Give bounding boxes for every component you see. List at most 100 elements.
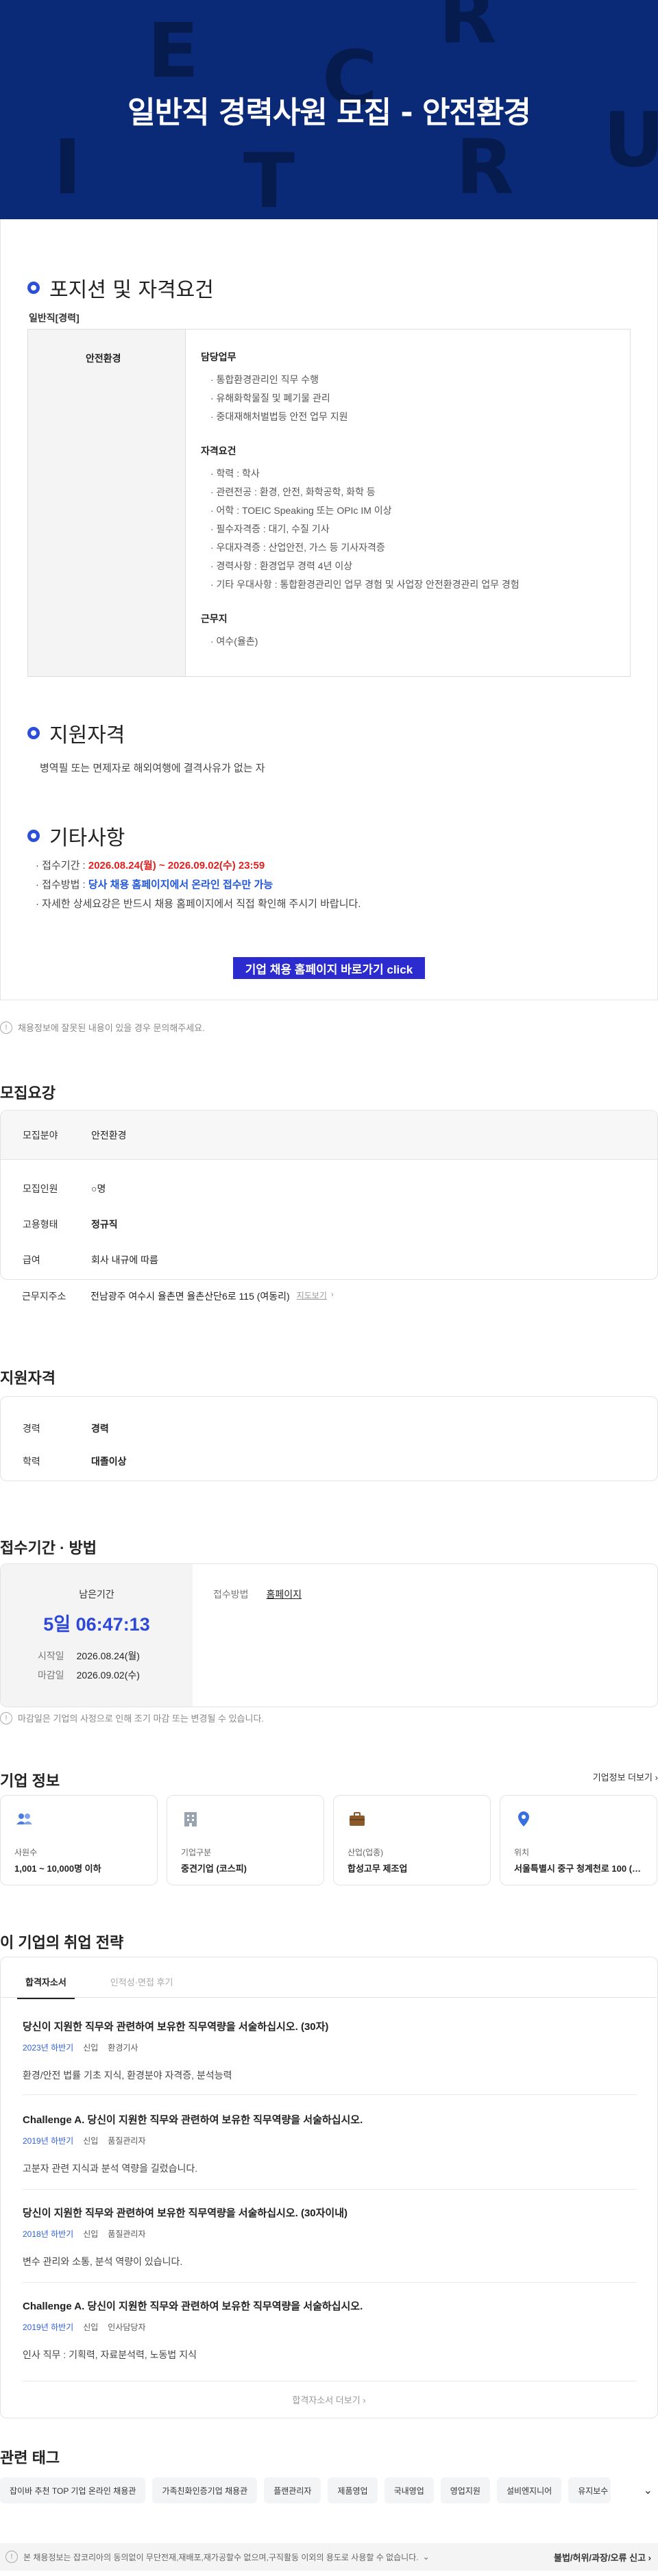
category-label: 일반직[경력] [29,312,80,323]
hero-bg-letter: E [147,7,199,95]
hero-title: 일반직 경력사원 모집 - 안전환경 [127,95,531,130]
qualify-edu-row: 학력 대졸이상 [23,1456,127,1467]
company-employees-card: 사원수 1,001 ~ 10,000명 이하 [0,1795,158,1885]
qualify-card: 경력 경력 학력 대졸이상 [0,1396,658,1481]
summary-type-row: 고용형태 정규직 [23,1219,118,1230]
hero-bg-letter: T [243,137,295,219]
chevron-right-icon: › [330,1289,334,1299]
strategy-card: 합격자소서 인적성·면접 후기 당신이 지원한 직무와 관련하여 보유한 직무역… [0,1957,658,2418]
map-link[interactable]: 지도보기 [297,1289,327,1303]
tags-title: 관련 태그 [0,2449,60,2466]
qualify-title: 지원자격 [0,1370,56,1387]
duties-heading: 담당업무 [201,351,236,362]
building-icon [184,1812,197,1826]
position-name-cell: 안전환경 [28,330,186,676]
report-notice: ! 채용정보에 잘못된 내용이 있을 경우 문의해주세요. [0,1021,205,1034]
eligibility-text: 병역필 또는 면제자로 해외여행에 결격사유가 없는 자 [40,763,265,774]
summary-address-row: 근무지주소 전남광주 여수시 율촌면 율촌산단6로 115 (여동리) 지도보기 › [22,1289,334,1303]
bullet-circle-icon [27,282,40,294]
qa-item[interactable]: 당신이 지원한 직무와 관련하여 보유한 직무역량을 서술하십시오. (30자)… [23,2019,639,2082]
footer-bar: ! 본 채용정보는 잡코리아의 동의없이 무단전재,재배포,재가공할수 없으며,… [0,2543,658,2571]
qualification-item: · 우대자격증 : 산업안전, 가스 등 기사자격증 [210,542,385,553]
hero-bg-letter: R [456,123,514,211]
people-icon [16,1813,32,1824]
end-row: 마감일 2026.09.02(수) [38,1670,140,1681]
remain-label: 남은기간 [79,1589,114,1600]
position-detail-cell: 담당업무 · 통합환경관리인 직무 수행 · 유해화학물질 및 폐기물 관리 ·… [201,350,616,669]
start-row: 시작일 2026.08.24(월) [38,1650,140,1661]
report-link[interactable]: 불법/허위/과장/오류 신고 › [554,2551,651,2564]
bullet-circle-icon [27,830,40,842]
duty-item: · 통합환경관리인 직무 수행 [210,374,319,385]
section-eligibility-title: 지원자격 [27,718,125,748]
chevron-down-icon[interactable]: ⌄ [423,2552,430,2562]
company-location-card: 위치 서울특별시 중구 청계천로 100 (… [500,1795,657,1885]
qa-item[interactable]: 당신이 지원한 직무와 관련하여 보유한 직무역량을 서술하십시오. (30자이… [23,2205,639,2268]
qualification-item: · 어학 : TOEIC Speaking 또는 OPIc IM 이상 [210,505,392,516]
strategy-more-link[interactable]: 합격자소서 더보기 › [1,2393,657,2406]
info-icon: ! [0,1711,12,1724]
summary-salary-row: 급여 회사 내규에 따름 [23,1254,158,1265]
section-etc-title: 기타사항 [27,821,125,851]
etc-detail: · 자세한 상세요강은 반드시 채용 홈페이지에서 직접 확인해 주시기 바랍니… [36,898,361,910]
briefcase-icon [350,1812,365,1826]
tag-list: 잡이바 추천 TOP 기업 온라인 채용관 가족친화인증기업 채용관 플랜관리자… [0,2477,611,2503]
tag-item[interactable]: 플랜관리자 [264,2477,321,2503]
duty-item: · 유해화학물질 및 폐기물 관리 [210,393,330,404]
hero-bg-letter: R [439,0,497,60]
qualify-career-row: 경력 경력 [23,1423,109,1434]
qualification-item: · 경력사항 : 환경업무 경력 4년 이상 [210,560,353,571]
qualification-item: · 학력 : 학사 [210,468,260,479]
deadline-notice: ! 마감일은 기업의 사정으로 인해 조기 마감 또는 변경될 수 있습니다. [0,1711,264,1724]
position-table: 안전환경 담당업무 · 통합환경관리인 직무 수행 · 유해화학물질 및 폐기물… [27,329,631,677]
apply-method-row: 접수방법 홈페이지 [213,1587,302,1601]
summary-title: 모집요강 [0,1085,56,1102]
company-title: 기업 정보 [0,1772,60,1789]
remain-box: 남은기간 5일 06:47:13 시작일 2026.08.24(월) 마감일 202… [1,1564,193,1707]
etc-period: · 접수기간 : 2026.08.24(월) ~ 2026.09.02(수) 2… [36,860,265,871]
tag-item[interactable]: 잡이바 추천 TOP 기업 온라인 채용관 [0,2477,146,2503]
qualification-heading: 자격요건 [201,445,236,456]
tag-item[interactable]: 가족친화인증기업 채용관 [152,2477,258,2503]
summary-card: 모집분야 안전환경 모집인원 ○명 고용형태 정규직 급여 회사 내규에 따름 [0,1110,658,1280]
qa-item[interactable]: Challenge A. 당신이 지원한 직무와 관련하여 보유한 직무역량을 … [23,2299,639,2362]
chevron-down-icon[interactable]: ⌄ [617,2477,658,2503]
tag-item[interactable]: 영업지원 [440,2477,490,2503]
tag-item[interactable]: 유지보수 [568,2477,611,2503]
duty-item: · 중대재해처벌법등 안전 업무 지원 [210,411,348,422]
apply-method-link[interactable]: 홈페이지 [267,1587,302,1601]
summary-count-row: 모집인원 ○명 [23,1183,106,1194]
qualification-item: · 관련전공 : 환경, 안전, 화학공학, 화학 등 [210,486,376,497]
qa-item[interactable]: Challenge A. 당신이 지원한 직무와 관련하여 보유한 직무역량을 … [23,2112,639,2175]
hero-banner: E R C R I U T 일반직 경력사원 모집 - 안전환경 [0,0,658,219]
strategy-tabs: 합격자소서 인적성·면접 후기 [17,1968,181,1999]
company-type-card: 기업구분 중견기업 (코스피) [167,1795,324,1885]
tag-item[interactable]: 제품영업 [328,2477,378,2503]
location-pin-icon [518,1811,529,1826]
apply-title: 접수기간 · 방법 [0,1539,97,1557]
company-homepage-button[interactable]: 기업 채용 홈페이지 바로가기 click [233,957,425,979]
qualification-item: · 기타 우대사항 : 통합환경관리인 업무 경험 및 사업장 안전환경관리 업… [210,579,520,590]
tag-item[interactable]: 국내영업 [384,2477,434,2503]
etc-method: · 접수방법 : 당사 채용 홈페이지에서 온라인 접수만 가능 [36,879,273,891]
tab-interview-review[interactable]: 인적성·면접 후기 [102,1968,182,1999]
info-icon: ! [5,2551,18,2563]
apply-card: 남은기간 5일 06:47:13 시작일 2026.08.24(월) 마감일 202… [0,1563,658,1707]
remain-time: 5일 06:47:13 [43,1614,150,1635]
qualification-item: · 필수자격증 : 대기, 수질 기사 [210,523,330,534]
chevron-right-icon: › [363,2395,366,2405]
company-more-link[interactable]: 기업정보 더보기 › [593,1770,658,1783]
summary-field-row: 모집분야 안전환경 [23,1130,127,1141]
tab-cover-letter[interactable]: 합격자소서 [17,1968,75,1999]
hero-bg-letter: I [53,123,82,211]
company-industry-card: 산업(업종) 합성고무 제조업 [333,1795,491,1885]
chevron-right-icon: › [655,1772,658,1783]
etc-list: · 접수기간 : 2026.08.24(월) ~ 2026.09.02(수) 2… [36,856,361,914]
location-item: · 여수(율촌) [210,636,258,647]
bullet-circle-icon [27,727,40,739]
location-heading: 근무지 [201,613,228,624]
tag-item[interactable]: 설비엔지니어 [496,2477,562,2503]
footer-disclaimer: 본 채용정보는 잡코리아의 동의없이 무단전재,재배포,재가공할수 없으며,구직… [23,2552,419,2562]
strategy-title: 이 기업의 취업 전략 [0,1934,124,1951]
info-icon: ! [0,1021,12,1034]
